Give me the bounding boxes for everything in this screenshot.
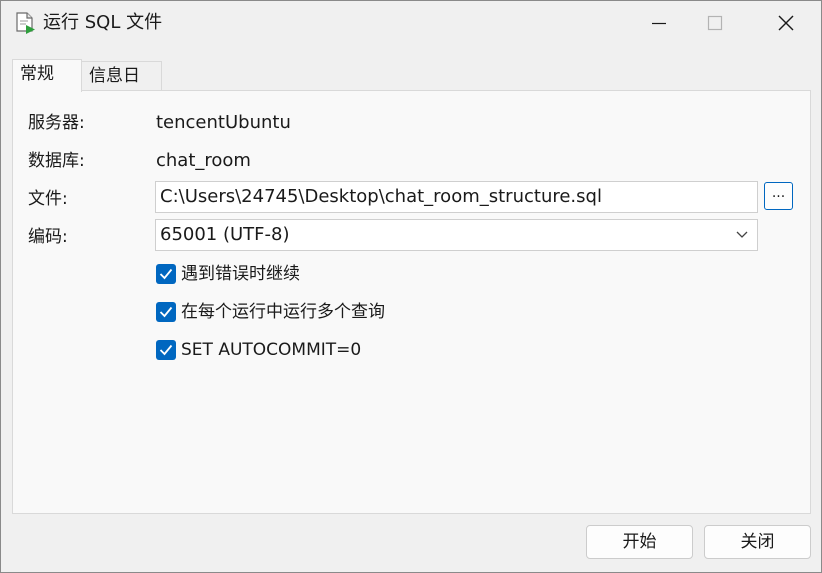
multiple-queries-checkbox[interactable]	[156, 302, 176, 322]
checkmark-icon	[159, 344, 173, 356]
minimize-icon	[652, 22, 666, 25]
title-bar[interactable]: 运行 SQL 文件	[1, 1, 821, 45]
maximize-button[interactable]	[687, 1, 743, 45]
tab-general[interactable]: 常规	[12, 59, 82, 92]
autocommit-label[interactable]: SET AUTOCOMMIT=0	[181, 339, 361, 361]
server-label: 服务器:	[28, 113, 85, 133]
close-window-button[interactable]	[758, 1, 814, 45]
window-title: 运行 SQL 文件	[43, 12, 163, 33]
continue-on-error-checkbox[interactable]	[156, 264, 176, 284]
autocommit-checkbox[interactable]	[156, 340, 176, 360]
checkmark-icon	[159, 268, 173, 280]
file-label: 文件:	[28, 189, 68, 209]
browse-file-button[interactable]: ...	[764, 182, 793, 210]
database-value: chat_room	[156, 150, 251, 171]
encoding-select[interactable]: 65001 (UTF-8)	[155, 219, 758, 251]
checkmark-icon	[159, 306, 173, 318]
close-icon	[778, 15, 794, 31]
encoding-selected-value: 65001 (UTF-8)	[160, 224, 290, 245]
maximize-icon	[707, 15, 723, 31]
multiple-queries-label[interactable]: 在每个运行中运行多个查询	[181, 301, 385, 323]
sql-file-run-icon	[13, 11, 37, 35]
tab-message-log[interactable]: 信息日志	[81, 61, 162, 114]
minimize-button[interactable]	[631, 1, 687, 45]
file-path-input[interactable]: C:\Users\24745\Desktop\chat_room_structu…	[155, 181, 758, 213]
server-value: tencentUbuntu	[156, 112, 291, 133]
close-button[interactable]: 关闭	[704, 525, 811, 559]
encoding-label: 编码:	[28, 227, 68, 247]
general-tab-panel	[12, 90, 811, 514]
start-button[interactable]: 开始	[586, 525, 693, 559]
continue-on-error-label[interactable]: 遇到错误时继续	[181, 263, 300, 285]
database-label: 数据库:	[28, 151, 85, 171]
chevron-down-icon	[736, 231, 748, 238]
run-sql-file-dialog: 运行 SQL 文件 常规 信息日志 服务器: tencentUbuntu 数据库…	[0, 0, 822, 573]
